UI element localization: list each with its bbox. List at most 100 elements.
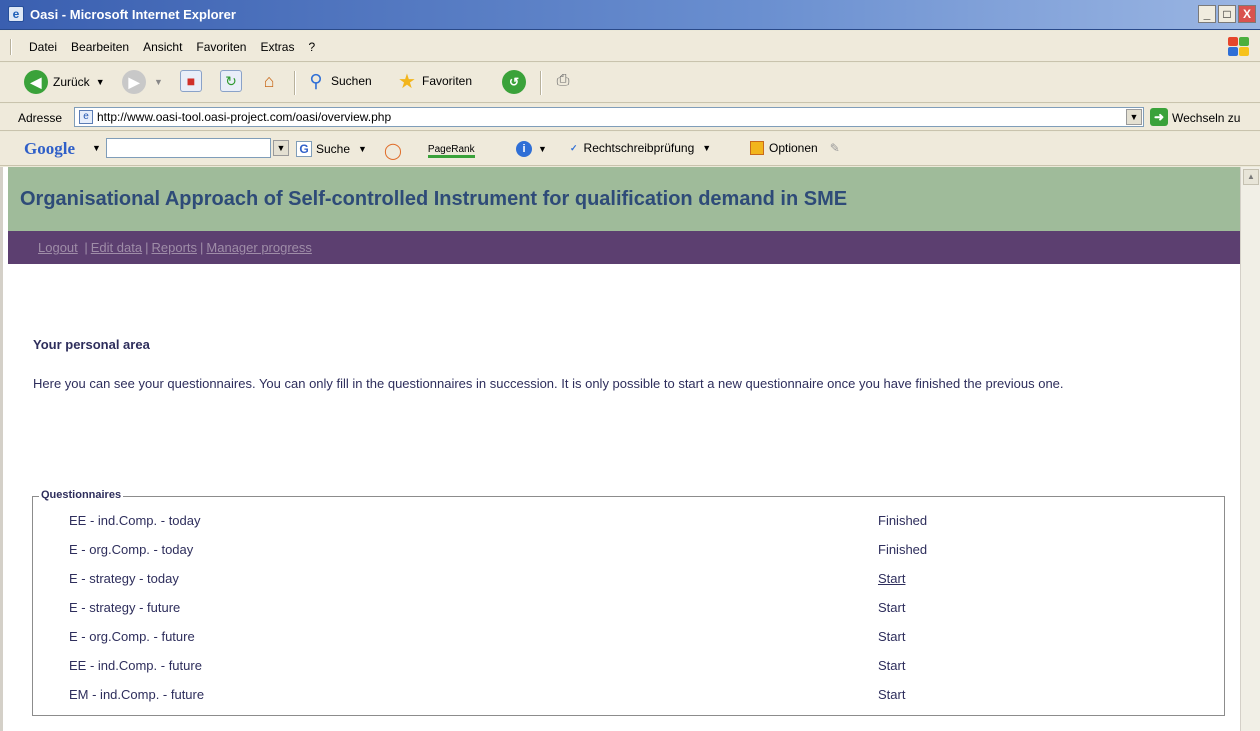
spellcheck-dropdown-icon[interactable]: ▼ — [702, 143, 711, 153]
questionnaire-row: EM - ind.Comp. - future Start — [33, 680, 1224, 709]
google-search-options-icon[interactable]: ▼ — [358, 144, 367, 154]
questionnaire-name: EE - ind.Comp. - today — [69, 513, 201, 528]
site-title: Organisational Approach of Self-controll… — [20, 188, 848, 210]
search-button[interactable]: ⚲ Suchen — [305, 70, 372, 92]
questionnaire-status: Start — [878, 687, 906, 702]
site-header: Organisational Approach of Self-controll… — [8, 167, 1243, 231]
toolbar-grip[interactable] — [10, 39, 12, 55]
nav-manager-progress-link[interactable]: Manager progress — [206, 240, 312, 255]
spellcheck-button[interactable]: ✓ Rechtschreibprüfung ▼ — [570, 141, 711, 155]
back-label: Zurück — [53, 75, 90, 89]
address-url[interactable]: http://www.oasi-tool.oasi-project.com/oa… — [97, 110, 391, 124]
forward-dropdown-icon[interactable]: ▼ — [154, 77, 163, 87]
info-dropdown-icon[interactable]: ▼ — [538, 144, 547, 154]
windows-logo-icon — [1228, 37, 1250, 57]
pagerank-widget[interactable]: ◯ PageRank — [384, 141, 475, 161]
window-controls: _ □ X — [1198, 5, 1256, 23]
google-search-input[interactable] — [106, 138, 271, 158]
google-search-label: Suche — [316, 142, 351, 156]
pagerank-label: PageRank — [427, 144, 475, 158]
address-dropdown-icon[interactable]: ▼ — [1126, 109, 1142, 125]
google-toolbar: Google ▼ ▼ G Suche ▼ ◯ PageRank i ▼ ✓ Re… — [0, 132, 1260, 166]
menu-ansicht[interactable]: Ansicht — [136, 40, 189, 54]
spellcheck-label: Rechtschreibprüfung — [583, 141, 695, 155]
go-button[interactable]: Wechseln zu — [1172, 111, 1240, 125]
blocker-icon: ◯ — [384, 143, 402, 160]
questionnaire-name: EE - ind.Comp. - future — [69, 658, 202, 673]
questionnaire-start-link[interactable]: Start — [878, 571, 905, 586]
page-info-button[interactable]: i ▼ — [516, 141, 547, 157]
stop-button[interactable]: ■ — [180, 70, 202, 92]
nav-edit-data-link[interactable]: Edit data — [91, 240, 142, 255]
address-bar: Adresse e http://www.oasi-tool.oasi-proj… — [0, 104, 1260, 131]
nav-reports-link[interactable]: Reports — [151, 240, 197, 255]
google-menu-dropdown-icon[interactable]: ▼ — [92, 143, 101, 153]
address-label: Adresse — [18, 111, 63, 125]
history-icon: ↺ — [502, 70, 526, 94]
questionnaire-row: E - org.Comp. - today Finished — [33, 535, 1224, 564]
questionnaire-name: E - strategy - today — [69, 571, 179, 586]
standard-toolbar: ◀ Zurück ▼ ▶ ▼ ■ ↻ ⌂ ⚲ Suchen ★ Favorite… — [0, 63, 1260, 103]
window-title: Oasi - Microsoft Internet Explorer — [30, 7, 236, 22]
google-logo[interactable]: Google — [24, 139, 75, 159]
go-arrow-icon[interactable]: ➜ — [1150, 108, 1168, 126]
menu-extras[interactable]: Extras — [253, 40, 301, 54]
maximize-button[interactable]: □ — [1218, 5, 1236, 23]
back-button[interactable]: ◀ Zurück ▼ — [24, 70, 105, 94]
favorites-label: Favoriten — [422, 74, 473, 88]
history-button[interactable]: ↺ — [502, 70, 526, 94]
menu-datei[interactable]: Datei — [22, 40, 64, 54]
menu-favoriten[interactable]: Favoriten — [189, 40, 253, 54]
google-search-button[interactable]: G Suche ▼ — [296, 141, 367, 157]
questionnaire-name: E - strategy - future — [69, 600, 181, 615]
vertical-scrollbar[interactable]: ▲ — [1240, 167, 1260, 731]
home-button[interactable]: ⌂ — [258, 70, 280, 92]
intro-text: Here you can see your questionnaires. Yo… — [33, 376, 1064, 391]
menu-bearbeiten[interactable]: Bearbeiten — [64, 40, 136, 54]
refresh-icon: ↻ — [220, 70, 242, 92]
questionnaire-row: E - org.Comp. - future Start — [33, 622, 1224, 651]
highlight-icon[interactable]: ✎ — [830, 141, 840, 155]
forward-arrow-icon: ▶ — [122, 70, 146, 94]
refresh-button[interactable]: ↻ — [220, 70, 242, 92]
google-search-dropdown-icon[interactable]: ▼ — [273, 140, 289, 156]
questionnaire-row: EE - ind.Comp. - today Finished — [33, 506, 1224, 535]
minimize-button[interactable]: _ — [1198, 5, 1216, 23]
info-icon: i — [516, 141, 532, 157]
printer-icon: ⎙ — [556, 72, 570, 89]
star-icon: ★ — [398, 70, 416, 93]
address-input[interactable]: e http://www.oasi-tool.oasi-project.com/… — [74, 107, 1144, 127]
options-button[interactable]: Optionen ✎ — [750, 141, 840, 155]
questionnaires-legend: Questionnaires — [39, 489, 124, 501]
toolbar-separator — [294, 71, 296, 95]
questionnaire-status: Finished — [878, 513, 928, 528]
options-icon — [750, 141, 764, 155]
menu-help[interactable]: ? — [301, 40, 322, 54]
questionnaire-name: E - org.Comp. - today — [69, 542, 194, 557]
questionnaire-row: E - strategy - today Start — [33, 564, 1224, 593]
questionnaire-name: E - org.Comp. - future — [69, 629, 195, 644]
forward-button[interactable]: ▶ ▼ — [122, 70, 163, 94]
print-button[interactable]: ⎙ — [552, 70, 574, 92]
questionnaire-row: E - strategy - future Start — [33, 593, 1224, 622]
favorites-button[interactable]: ★ Favoriten — [396, 70, 473, 93]
home-icon: ⌂ — [263, 70, 275, 91]
search-icon: ⚲ — [309, 70, 323, 91]
questionnaire-status: Start — [878, 658, 906, 673]
questionnaires-fieldset: Questionnaires EE - ind.Comp. - today Fi… — [32, 489, 1225, 716]
scroll-up-arrow-icon[interactable]: ▲ — [1243, 169, 1259, 185]
nav-logout-link[interactable]: Logout — [38, 240, 78, 255]
close-button[interactable]: X — [1238, 5, 1256, 23]
page-heading: Your personal area — [33, 337, 150, 352]
back-dropdown-icon[interactable]: ▼ — [96, 77, 105, 87]
search-label: Suchen — [331, 74, 372, 88]
google-g-icon: G — [296, 141, 312, 157]
menu-bar: Datei Bearbeiten Ansicht Favoriten Extra… — [0, 31, 1260, 62]
spellcheck-icon: ✓ — [570, 142, 578, 153]
window-title-bar: e Oasi - Microsoft Internet Explorer _ □… — [0, 0, 1260, 30]
page-icon: e — [79, 110, 93, 124]
questionnaire-name: EM - ind.Comp. - future — [69, 687, 205, 702]
questionnaire-status: Start — [878, 629, 906, 644]
toolbar-separator — [540, 71, 542, 95]
back-arrow-icon: ◀ — [24, 70, 48, 94]
